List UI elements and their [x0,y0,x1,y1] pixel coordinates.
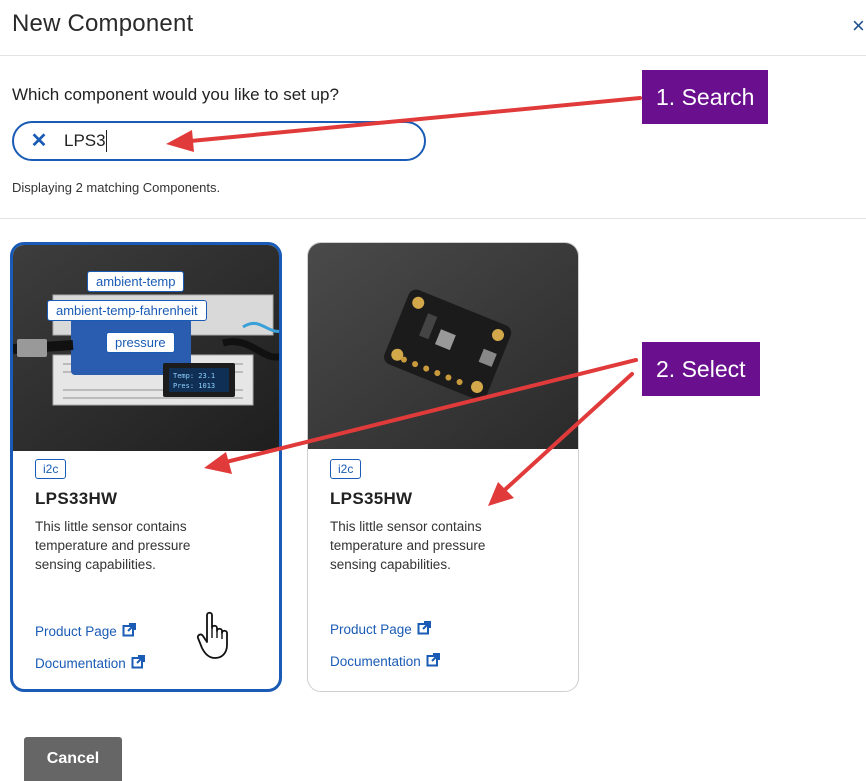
tag-ambient-temp: ambient-temp [87,271,185,292]
product-image [308,243,578,449]
card-title: LPS33HW [35,489,118,508]
product-page-link-label: Product Page [330,622,412,637]
search-input[interactable] [62,130,366,152]
product-image: Temp: 23.1 Pres: 1013 ambient-temp ambie… [13,245,279,451]
clear-search-icon[interactable]: ✕ [26,131,52,151]
external-link-icon [417,621,431,638]
text-caret [106,130,107,152]
callout-select: 2. Select [642,342,760,396]
close-icon[interactable]: × [852,14,865,38]
card-body: i2c LPS35HW This little sensor contains … [330,459,560,574]
component-card-lps33hw[interactable]: Temp: 23.1 Pres: 1013 ambient-temp ambie… [10,242,282,692]
external-link-icon [122,623,136,640]
documentation-link[interactable]: Documentation [35,655,145,672]
cancel-button[interactable]: Cancel [24,737,122,781]
product-page-link-label: Product Page [35,624,117,639]
product-page-link[interactable]: Product Page [330,621,431,638]
external-link-icon [426,653,440,670]
svg-text:Pres: 1013: Pres: 1013 [173,382,215,390]
external-link-icon [131,655,145,672]
card-description: This little sensor contains temperature … [330,519,486,572]
header-divider [0,55,866,56]
card-description: This little sensor contains temperature … [35,519,191,572]
documentation-link[interactable]: Documentation [330,653,440,670]
tag-pressure: pressure [106,332,175,353]
protocol-badge: i2c [35,459,67,479]
component-card-lps35hw[interactable]: i2c LPS35HW This little sensor contains … [307,242,579,692]
svg-text:Temp: 23.1: Temp: 23.1 [173,372,215,380]
card-body: i2c LPS33HW This little sensor contains … [35,459,261,574]
documentation-link-label: Documentation [330,654,421,669]
card-title: LPS35HW [330,489,413,508]
protocol-badge: i2c [330,459,362,479]
callout-search: 1. Search [642,70,769,124]
tag-ambient-temp-fahrenheit: ambient-temp-fahrenheit [47,300,207,321]
product-page-link[interactable]: Product Page [35,623,136,640]
documentation-link-label: Documentation [35,656,126,671]
match-count: Displaying 2 matching Components. [12,180,221,195]
search-box: ✕ [12,121,426,161]
search-question: Which component would you like to set up… [12,85,339,104]
search-divider [0,218,866,219]
dialog-title: New Component [12,10,194,37]
